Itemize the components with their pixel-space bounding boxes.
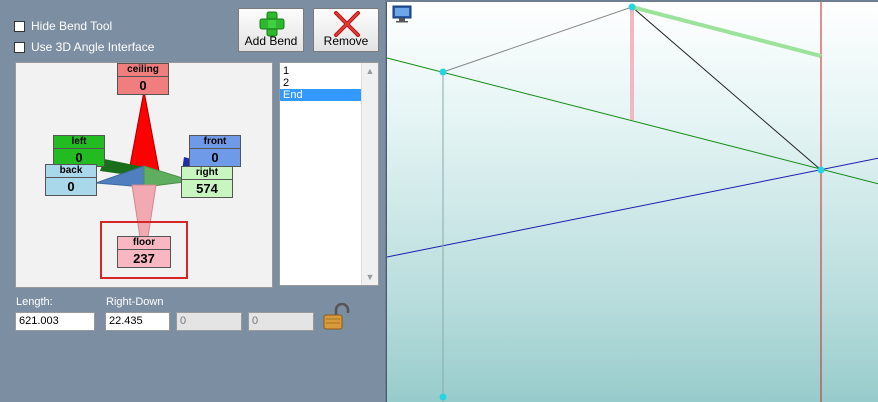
list-item[interactable]: 1 [280,65,361,77]
3d-scene [387,2,878,402]
angle-input-3[interactable]: 0 [248,312,314,331]
length-input[interactable]: 621.003 [15,312,95,331]
add-bend-button[interactable]: Add Bend [238,8,304,52]
right-direction-box[interactable]: right 574 [181,166,233,198]
ceiling-direction-box[interactable]: ceiling 0 [117,63,169,95]
right-value: 574 [196,181,218,196]
list-item[interactable]: 2 [280,77,361,89]
floor-direction-box[interactable]: floor 237 [117,236,171,268]
angle-input-2[interactable]: 0 [176,312,242,331]
list-item-selected[interactable]: End [280,89,361,101]
hide-bend-tool-label: Hide Bend Tool [31,19,113,33]
ceiling-value: 0 [139,78,147,93]
front-direction-box[interactable]: front 0 [189,135,241,167]
use-3d-angle-label: Use 3D Angle Interface [31,40,155,54]
checkbox-box[interactable] [14,20,25,32]
direction-gizmo[interactable]: ceiling 0 left 0 front 0 back 0 right 57… [15,62,273,288]
bend-tool-panel: Hide Bend Tool Use 3D Angle Interface Ad… [0,0,385,402]
back-label: back [46,165,96,178]
floor-label: floor [118,237,170,250]
hide-bend-tool-checkbox[interactable]: Hide Bend Tool [14,19,112,33]
remove-button[interactable]: Remove [313,8,379,52]
right-label: right [182,167,232,180]
direction-angle-input[interactable]: 22.435 [105,312,170,331]
monitor-icon[interactable] [392,5,412,23]
length-label: Length: [16,296,53,308]
scroll-down-icon[interactable]: ▼ [362,272,378,282]
ceiling-label: ceiling [118,64,168,77]
scroll-up-icon[interactable]: ▲ [362,66,378,76]
direction-label: Right-Down [106,296,164,308]
front-label: front [190,136,240,149]
unlock-icon[interactable] [322,302,350,331]
back-direction-box[interactable]: back 0 [45,164,97,196]
left-direction-box[interactable]: left 0 [53,135,105,167]
list-scrollbar[interactable]: ▲ ▼ [361,63,378,285]
remove-label: Remove [323,34,369,48]
front-value: 0 [211,150,219,165]
bend-list[interactable]: 1 2 End ▲ ▼ [279,62,379,286]
3d-viewport[interactable] [386,2,878,402]
checkbox-box[interactable] [14,41,25,53]
back-value: 0 [67,179,75,194]
add-bend-label: Add Bend [244,34,298,48]
left-label: left [54,136,104,149]
use-3d-angle-checkbox[interactable]: Use 3D Angle Interface [14,40,154,54]
floor-value: 237 [133,251,155,266]
